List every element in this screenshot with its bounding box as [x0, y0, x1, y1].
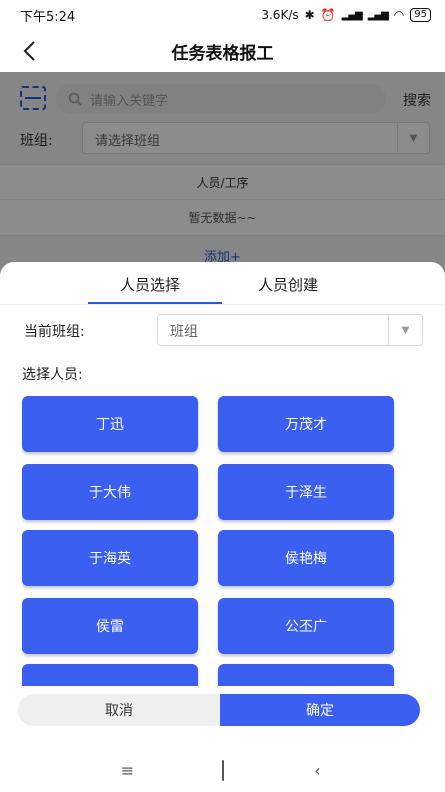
person-button[interactable]: 侯艳梅 — [218, 530, 394, 586]
tab-person-create[interactable]: 人员创建 — [258, 274, 318, 295]
current-team-row: 当前班组: 班组 ▼ — [0, 314, 445, 346]
network-speed: 3.6K/s — [261, 8, 299, 22]
battery-icon: 95 — [410, 8, 431, 22]
status-bar: 下午5:24 3.6K/s ✱ ⏰ ▂▄▆ ▂▄▆ ◠ 95 — [0, 0, 445, 30]
person-button[interactable]: 公丕广 — [218, 598, 394, 654]
bluetooth-icon: ✱ — [304, 8, 315, 22]
nav-back-icon[interactable]: ‹ — [306, 761, 330, 780]
person-button[interactable]: 于大伟 — [22, 464, 198, 520]
person-button[interactable] — [22, 664, 198, 686]
person-button[interactable] — [218, 664, 394, 686]
person-button[interactable]: 于泽生 — [218, 464, 394, 520]
bottom-sheet: 人员选择 人员创建 当前班组: 班组 ▼ 选择人员: 丁迅 万茂才 于大伟 于泽… — [0, 262, 445, 792]
confirm-button[interactable]: 确定 — [220, 694, 420, 726]
title-bar: 任务表格报工 — [0, 30, 445, 72]
current-team-select[interactable]: 班组 ▼ — [157, 314, 423, 346]
alarm-icon: ⏰ — [320, 8, 336, 22]
chevron-down-icon: ▼ — [388, 315, 422, 345]
signal-icon-2: ▂▄▆ — [367, 9, 389, 21]
tab-person-select[interactable]: 人员选择 — [120, 274, 180, 295]
system-nav-bar: ≡ ‹ — [0, 748, 445, 792]
current-team-label: 当前班组: — [24, 324, 85, 340]
person-button[interactable]: 侯雷 — [22, 598, 198, 654]
person-button[interactable]: 于海英 — [22, 530, 198, 586]
status-time: 下午5:24 — [20, 9, 76, 25]
page-title: 任务表格报工 — [171, 43, 274, 64]
people-grid: 丁迅 万茂才 于大伟 于泽生 于海英 侯艳梅 侯雷 公丕广 — [22, 396, 402, 686]
divider — [0, 304, 445, 305]
home-icon[interactable] — [211, 759, 235, 781]
status-indicators: 3.6K/s ✱ ⏰ ▂▄▆ ▂▄▆ ◠ 95 — [261, 8, 431, 22]
back-icon[interactable] — [16, 36, 42, 66]
select-people-label: 选择人员: — [22, 367, 83, 383]
menu-icon[interactable]: ≡ — [116, 761, 140, 780]
person-button[interactable]: 万茂才 — [218, 396, 394, 452]
wifi-icon: ◠ — [393, 8, 405, 22]
current-team-value: 班组 — [170, 324, 198, 340]
sheet-tabs: 人员选择 人员创建 — [0, 270, 445, 304]
sheet-footer: 取消 确定 — [18, 694, 420, 726]
person-button[interactable]: 丁迅 — [22, 396, 198, 452]
signal-icon: ▂▄▆ — [341, 9, 363, 21]
cancel-button[interactable]: 取消 — [18, 694, 220, 726]
